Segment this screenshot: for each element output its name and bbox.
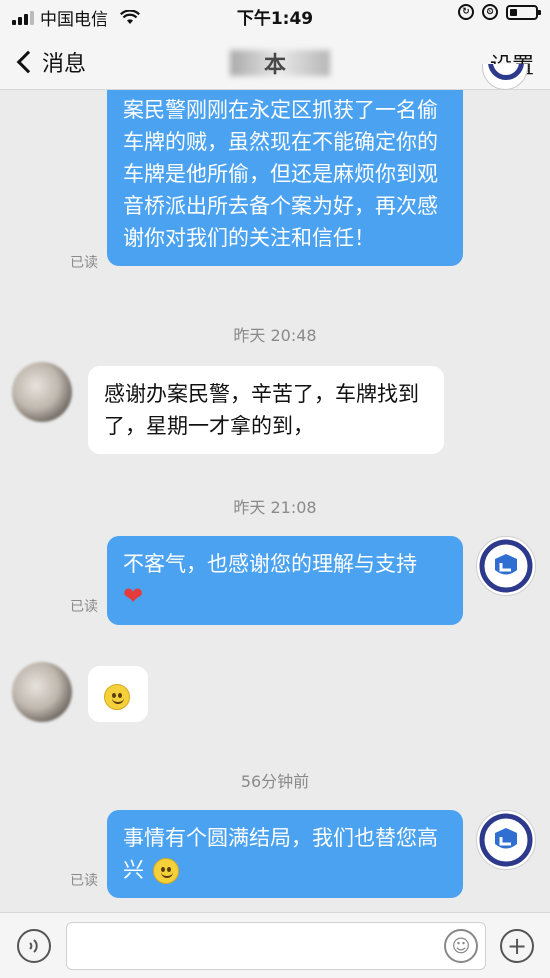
nav-bar-overlay: 消息 本 设置 — [0, 30, 550, 90]
status-right: ↻ ⏲ — [458, 4, 541, 20]
smile-emoji — [104, 684, 130, 710]
orientation-lock-icon: ↻ — [458, 4, 474, 20]
read-receipt: 已读 — [70, 873, 98, 889]
timestamp: 昨天 21:08 — [233, 498, 317, 517]
voice-button[interactable] — [17, 929, 51, 963]
message-bubble-outgoing[interactable]: 事情有个圆满结局，我们也替您高兴 — [107, 810, 463, 898]
battery-icon — [506, 4, 541, 20]
police-avatar[interactable] — [476, 536, 536, 596]
blush-smile-emoji — [152, 858, 179, 884]
message-input[interactable] — [66, 922, 486, 970]
message-text: 感谢办案民警，辛苦了，车牌找到了，星期一才拿的到， — [104, 382, 419, 438]
heart-emoji: ❤ — [123, 582, 144, 610]
police-badge-icon — [479, 813, 533, 867]
read-receipt: 已读 — [70, 599, 98, 615]
message-bubble-incoming[interactable] — [88, 666, 148, 722]
title-redaction-blur — [230, 50, 330, 76]
message-bubble-outgoing[interactable]: 案民警刚刚在永定区抓获了一名偷车牌的贼，虽然现在不能确定你的车牌是他所偷，但还是… — [107, 60, 463, 266]
avatar[interactable] — [12, 362, 72, 422]
message-text: 不客气，也感谢您的理解与支持 — [123, 552, 417, 576]
read-receipt: 已读 — [70, 255, 98, 271]
timestamp: 昨天 20:48 — [233, 326, 317, 345]
police-badge-icon — [479, 539, 533, 593]
timestamp: 56分钟前 — [240, 772, 310, 791]
status-bar: 中国电信 下午1:49 ↻ ⏲ — [0, 0, 550, 30]
voice-icon — [29, 939, 38, 953]
plus-button[interactable]: + — [500, 929, 534, 963]
emoji-button[interactable]: ☺ — [444, 929, 478, 963]
plus-icon: + — [506, 932, 528, 960]
input-bar: ☺ + — [0, 912, 550, 978]
avatar[interactable] — [12, 662, 72, 722]
message-bubble-incoming[interactable]: 感谢办案民警，辛苦了，车牌找到了，星期一才拿的到， — [88, 366, 444, 454]
alarm-icon: ⏲ — [482, 4, 498, 20]
police-avatar-partial — [482, 64, 528, 90]
emoji-icon: ☺ — [451, 935, 471, 957]
message-bubble-outgoing[interactable]: 不客气，也感谢您的理解与支持 ❤ — [107, 536, 463, 625]
police-avatar[interactable] — [476, 810, 536, 870]
message-text: 案民警刚刚在永定区抓获了一名偷车牌的贼，虽然现在不能确定你的车牌是他所偷，但还是… — [123, 98, 438, 250]
